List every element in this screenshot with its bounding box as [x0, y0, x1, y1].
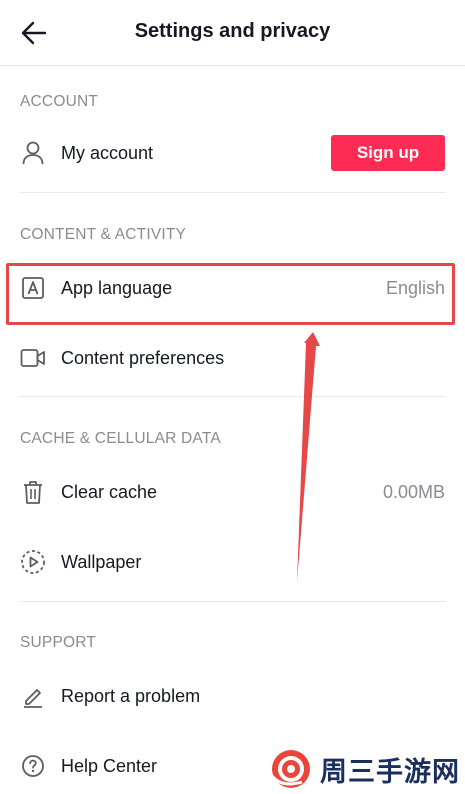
trash-icon [20, 479, 46, 505]
my-account-label: My account [61, 142, 154, 163]
watermark-logo-icon [270, 750, 310, 788]
wallpaper-label: Wallpaper [61, 551, 142, 572]
page-title: Settings and privacy [134, 20, 331, 42]
settings-item-wallpaper[interactable]: Wallpaper [0, 534, 465, 590]
sign-up-button[interactable]: Sign up [331, 135, 445, 171]
cache-size-value: 0.00MB [382, 481, 445, 502]
app-language-label: App language [61, 277, 173, 298]
divider [20, 396, 446, 397]
watermark-text: 周三手游网 [320, 756, 460, 788]
section-label-content-activity: CONTENT & ACTIVITY [20, 226, 187, 243]
settings-item-app-language[interactable]: App language English [0, 260, 465, 316]
clear-cache-label: Clear cache [61, 481, 158, 502]
settings-item-content-preferences[interactable]: Content preferences [0, 330, 465, 386]
wallpaper-icon [20, 549, 46, 575]
app-language-value: English [385, 277, 445, 298]
watermark: 周三手游网 [268, 748, 460, 790]
report-problem-label: Report a problem [61, 685, 201, 706]
language-icon [20, 275, 46, 301]
section-label-account: ACCOUNT [20, 93, 99, 110]
divider [20, 192, 446, 193]
help-circle-icon [20, 753, 46, 779]
section-label-cache: CACHE & CELLULAR DATA [20, 430, 221, 447]
section-label-support: SUPPORT [20, 634, 97, 651]
settings-item-my-account[interactable]: My account Sign up [0, 125, 465, 181]
settings-item-report-problem[interactable]: Report a problem [0, 668, 465, 724]
help-center-label: Help Center [61, 755, 158, 776]
divider [20, 601, 446, 602]
user-icon [20, 140, 46, 166]
pencil-icon [20, 683, 46, 709]
settings-item-clear-cache[interactable]: Clear cache 0.00MB [0, 464, 465, 520]
header-bar: Settings and privacy [0, 0, 465, 66]
video-camera-icon [20, 345, 46, 371]
content-preferences-label: Content preferences [61, 347, 225, 368]
